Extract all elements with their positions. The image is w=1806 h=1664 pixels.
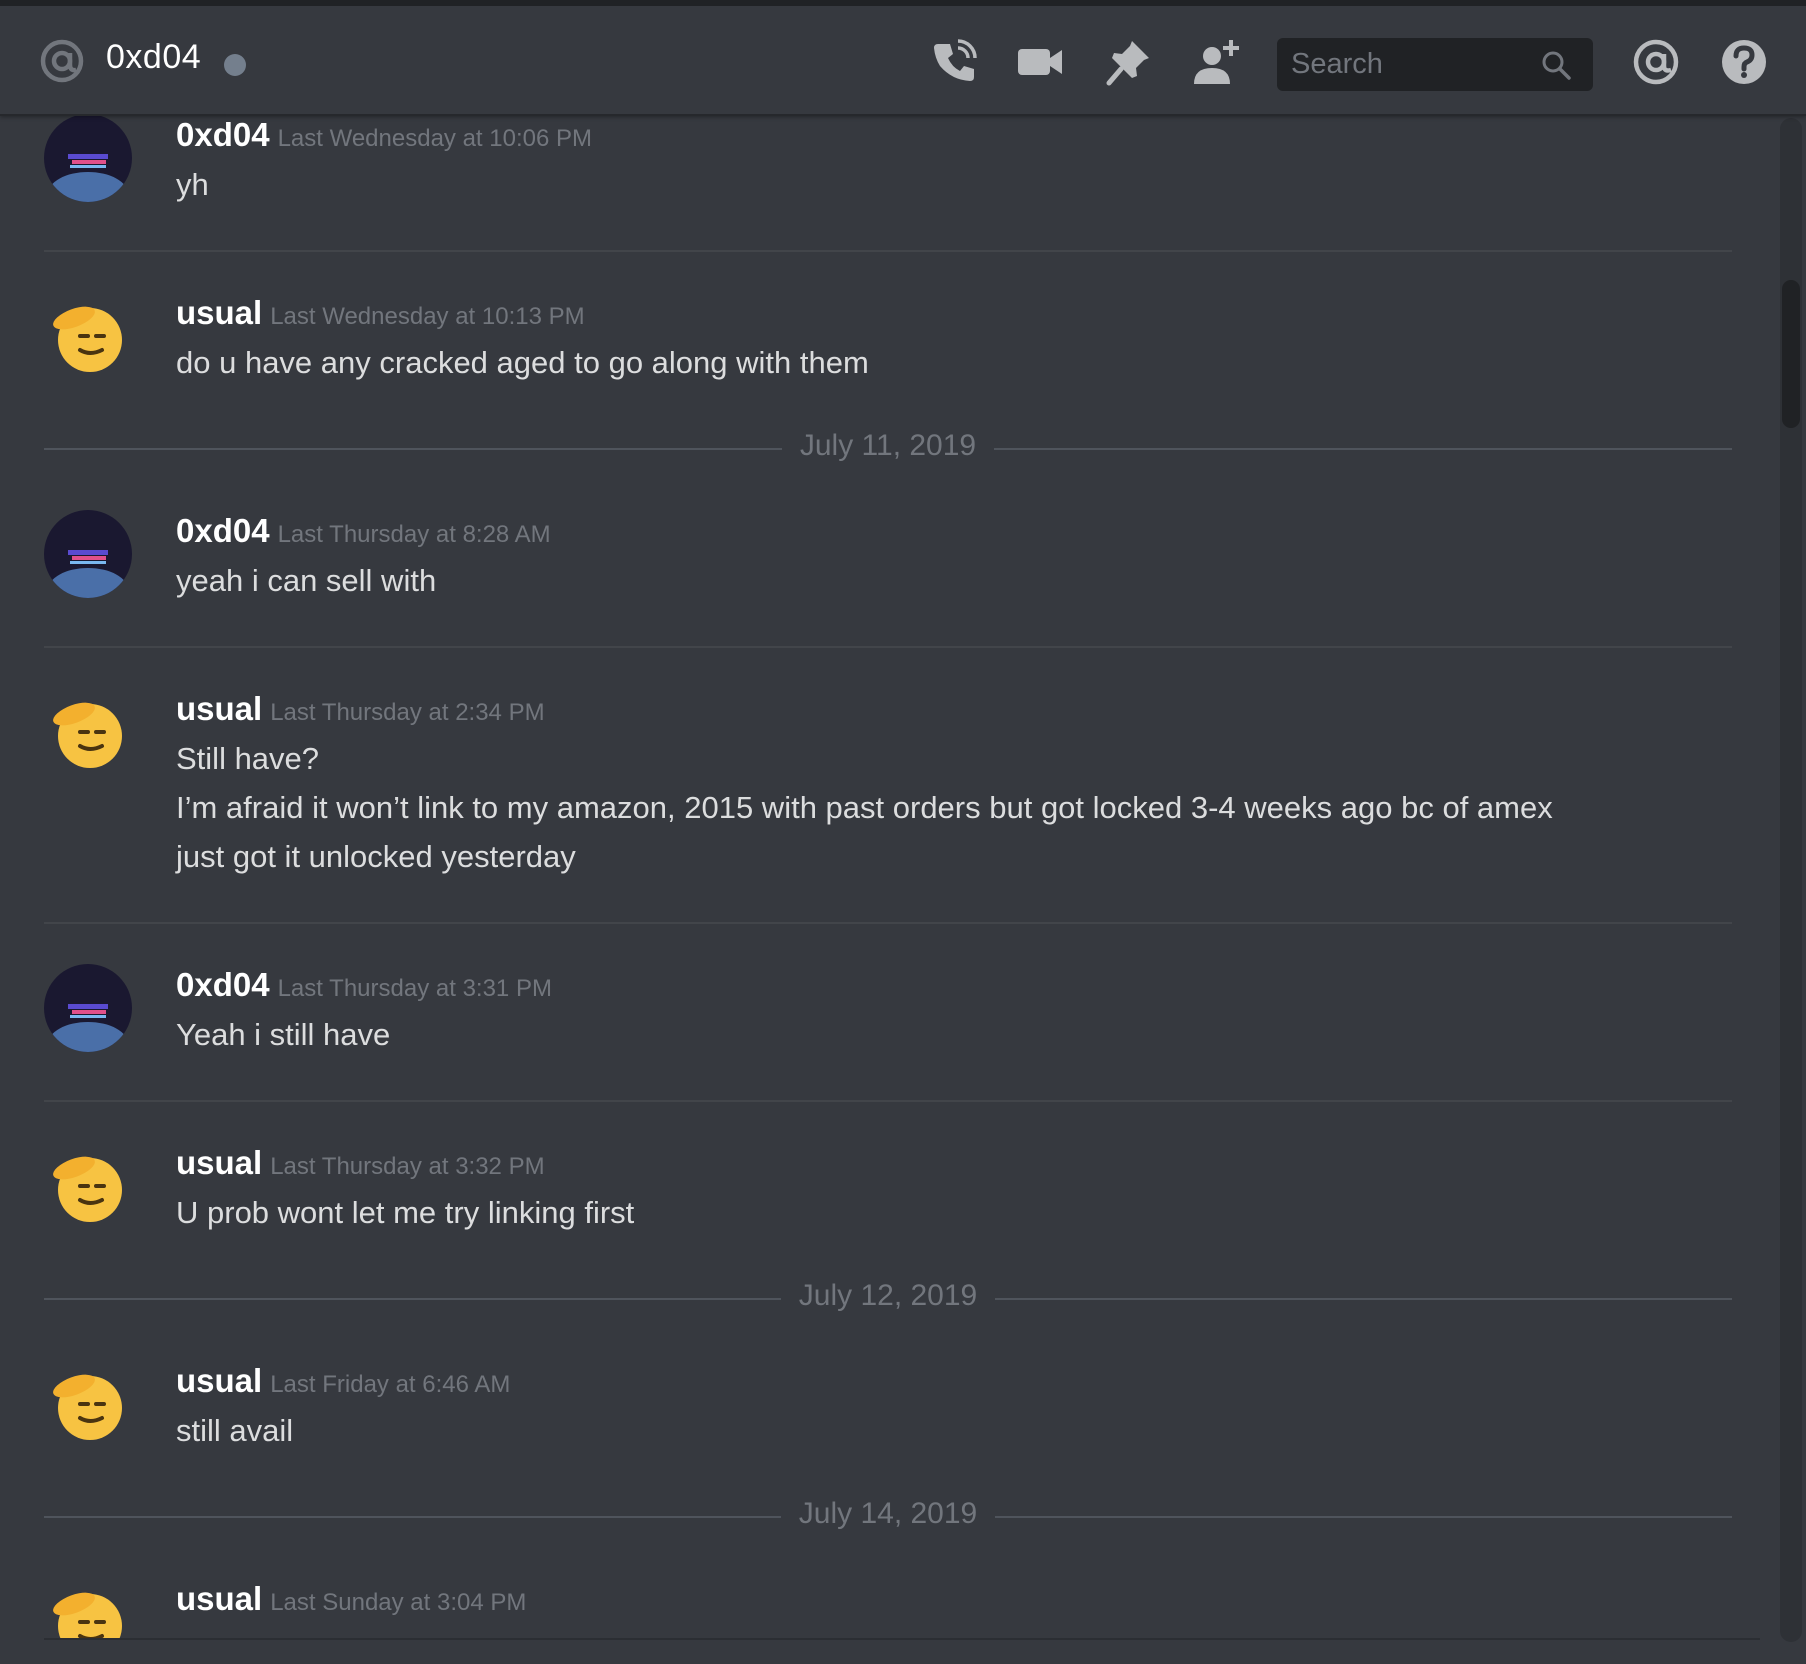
message-text: Yeah i still have — [176, 1017, 391, 1052]
author-name[interactable]: usual — [176, 1362, 262, 1399]
message-text: Still have? — [176, 741, 320, 776]
add-friend-button[interactable] — [1192, 38, 1240, 86]
message-timestamp: Last Thursday at 8:28 AM — [277, 521, 551, 548]
date-divider: July 12, 2019 — [44, 1279, 1732, 1319]
message-timestamp: Last Wednesday at 10:13 PM — [270, 303, 585, 330]
message-author[interactable]: usual Last Sunday at 3:04 PM — [176, 1580, 526, 1618]
message-divider — [44, 922, 1732, 924]
message-author[interactable]: usual Last Friday at 6:46 AM — [176, 1362, 510, 1400]
0xd04-avatar[interactable] — [44, 114, 132, 202]
message-divider — [44, 1100, 1732, 1102]
message-text: U prob wont let me try linking first — [176, 1195, 635, 1230]
message-timestamp: Last Sunday at 3:04 PM — [270, 1589, 527, 1616]
voice-call-icon — [934, 39, 977, 81]
message-timestamp: Last Friday at 6:46 AM — [270, 1371, 511, 1398]
date-label: July 14, 2019 — [780, 1497, 996, 1530]
status-indicator — [224, 54, 246, 76]
0xd04-avatar-icon — [44, 114, 132, 202]
mentions-icon — [1633, 39, 1679, 85]
author-name[interactable]: 0xd04 — [176, 966, 270, 1003]
voice-call-button[interactable] — [930, 38, 978, 86]
salute-emoji-avatar[interactable] — [44, 1578, 132, 1640]
mentions-button[interactable] — [1632, 38, 1680, 86]
bottom-bar — [0, 1640, 1806, 1664]
message-text: just got it unlocked yesterday — [176, 839, 576, 874]
channel-header: 0xd04 — [0, 0, 1806, 114]
salute-emoji-avatar[interactable] — [44, 1360, 132, 1448]
0xd04-avatar[interactable] — [44, 510, 132, 598]
message-text: I’m afraid it won’t link to my amazon, 2… — [176, 790, 1553, 825]
help-button[interactable] — [1720, 38, 1768, 86]
scrollbar-thumb[interactable] — [1782, 280, 1800, 428]
pin-icon — [1106, 41, 1149, 86]
date-divider-label: July 11, 2019 — [44, 429, 1732, 463]
author-name[interactable]: usual — [176, 294, 262, 331]
video-call-icon — [1018, 49, 1062, 75]
message-author[interactable]: usual Last Thursday at 2:34 PM — [176, 690, 545, 728]
salute-emoji-icon — [53, 1374, 122, 1440]
message-author[interactable]: 0xd04 Last Thursday at 8:28 AM — [176, 512, 551, 550]
channel-title: 0xd04 — [106, 38, 202, 76]
message-author[interactable]: 0xd04 Last Wednesday at 10:06 PM — [176, 116, 592, 154]
message-list[interactable]: 0xd04 Last Wednesday at 10:06 PM yh usual… — [0, 114, 1760, 1640]
date-divider-label: July 14, 2019 — [44, 1497, 1732, 1531]
message-timestamp: Last Wednesday at 10:06 PM — [277, 125, 592, 152]
message-text: yeah i can sell with — [176, 563, 437, 598]
search-box[interactable] — [1277, 38, 1593, 91]
date-divider-label: July 12, 2019 — [44, 1279, 1732, 1313]
0xd04-avatar[interactable] — [44, 964, 132, 1052]
salute-emoji-icon — [53, 702, 122, 768]
author-name[interactable]: usual — [176, 1580, 262, 1617]
search-icon[interactable] — [1541, 50, 1571, 80]
author-name[interactable]: 0xd04 — [176, 116, 270, 153]
add-friend-icon — [1194, 40, 1239, 84]
salute-emoji-icon — [53, 1592, 122, 1640]
0xd04-avatar-icon — [44, 510, 132, 598]
at-icon — [40, 39, 84, 83]
video-call-button[interactable] — [1016, 38, 1064, 86]
message-divider — [44, 646, 1732, 648]
pinned-messages-button[interactable] — [1104, 38, 1152, 86]
salute-emoji-icon — [53, 1156, 122, 1222]
search-input[interactable] — [1277, 38, 1547, 91]
message-author[interactable]: usual Last Thursday at 3:32 PM — [176, 1144, 545, 1182]
author-name[interactable]: 0xd04 — [176, 512, 270, 549]
date-label: July 11, 2019 — [781, 429, 995, 462]
date-label: July 12, 2019 — [780, 1279, 996, 1312]
message-timestamp: Last Thursday at 2:34 PM — [270, 699, 545, 726]
author-name[interactable]: usual — [176, 1144, 262, 1181]
salute-emoji-avatar[interactable] — [44, 1142, 132, 1230]
help-icon — [1722, 40, 1766, 84]
date-divider: July 14, 2019 — [44, 1497, 1732, 1537]
date-divider: July 11, 2019 — [44, 429, 1732, 469]
author-name[interactable]: usual — [176, 690, 262, 727]
message-text: yh — [176, 167, 209, 202]
message-author[interactable]: usual Last Wednesday at 10:13 PM — [176, 294, 585, 332]
salute-emoji-icon — [53, 306, 122, 372]
message-text: do u have any cracked aged to go along w… — [176, 345, 869, 380]
message-author[interactable]: 0xd04 Last Thursday at 3:31 PM — [176, 966, 552, 1004]
salute-emoji-avatar[interactable] — [44, 688, 132, 776]
salute-emoji-avatar[interactable] — [44, 292, 132, 380]
message-timestamp: Last Thursday at 3:32 PM — [270, 1153, 545, 1180]
message-text: still avail — [176, 1413, 294, 1448]
0xd04-avatar-icon — [44, 964, 132, 1052]
message-divider — [44, 250, 1732, 252]
message-timestamp: Last Thursday at 3:31 PM — [277, 975, 552, 1002]
